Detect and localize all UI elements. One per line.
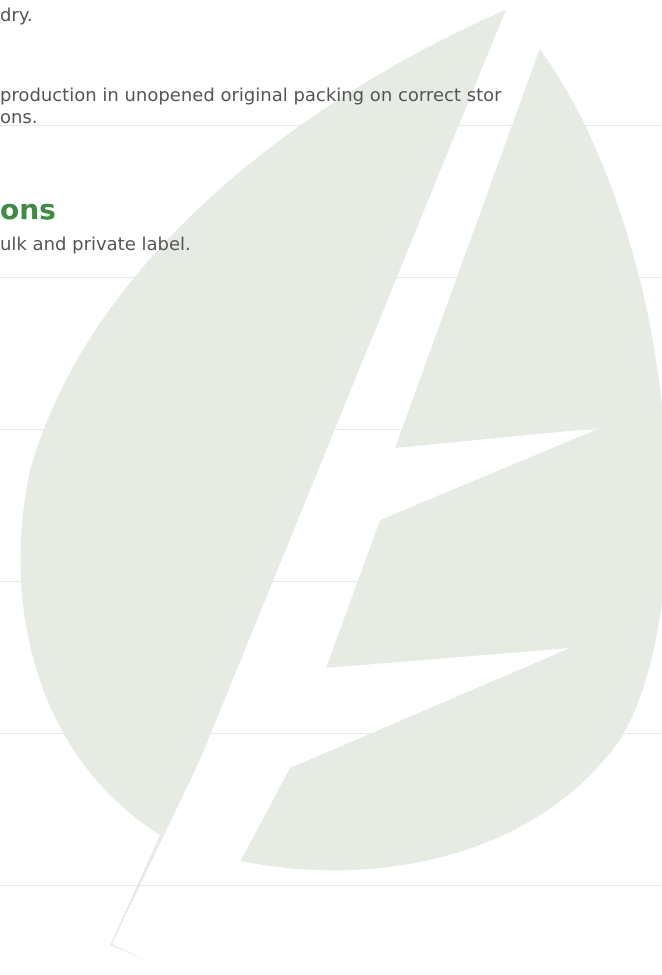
- storage-text-line: production in unopened original packing …: [0, 85, 502, 106]
- storage-text-line: dry.: [0, 5, 33, 26]
- storage-text-line: ons.: [0, 107, 38, 128]
- document-content: dry. production in unopened original pac…: [0, 0, 662, 975]
- section-heading: ons: [0, 193, 56, 226]
- section-text: ulk and private label.: [0, 234, 191, 255]
